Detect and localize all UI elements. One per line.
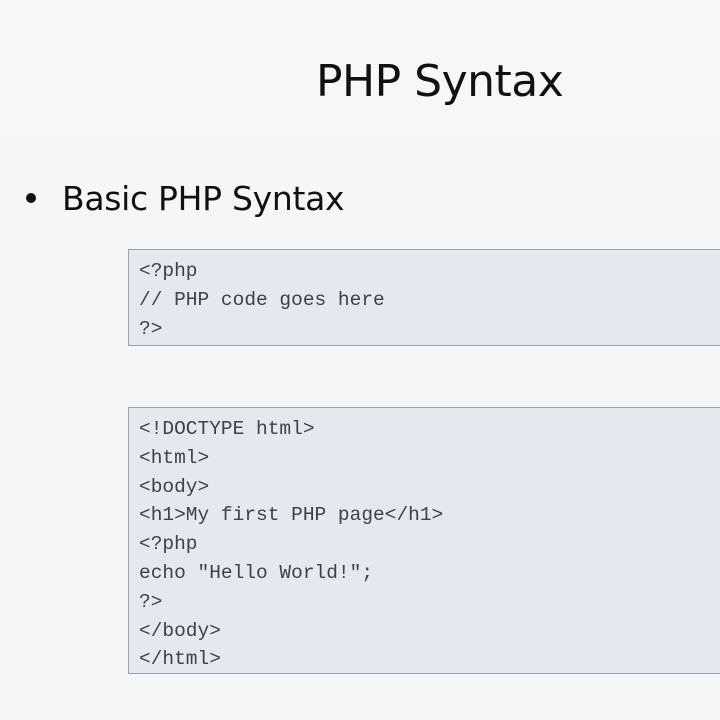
code-line: <?php — [139, 533, 198, 556]
code-line: <!DOCTYPE html> — [139, 418, 315, 440]
code-line: </body> — [139, 619, 221, 642]
code-line: <html> — [139, 446, 210, 469]
code-line: ?> — [139, 317, 163, 340]
code-line: ?> — [139, 590, 163, 613]
code-line: <body> — [139, 475, 210, 498]
bullet-text: Basic PHP Syntax — [62, 178, 345, 218]
bullet-dot-icon — [26, 193, 36, 203]
code-line: echo "Hello World!"; — [139, 561, 374, 584]
bullet-item: Basic PHP Syntax — [26, 178, 345, 218]
slide: PHP Syntax Basic PHP Syntax <?php // PHP… — [0, 0, 720, 720]
code-block-php-basic: <?php // PHP code goes here ?> — [128, 249, 720, 346]
slide-title: PHP Syntax — [316, 56, 564, 107]
code-line: // PHP code goes here — [139, 288, 385, 311]
code-line: <h1>My first PHP page</h1> — [139, 504, 444, 527]
code-line: </html> — [139, 648, 221, 671]
code-line: <?php — [139, 260, 198, 282]
code-block-html-example: <!DOCTYPE html> <html> <body> <h1>My fir… — [128, 407, 720, 674]
